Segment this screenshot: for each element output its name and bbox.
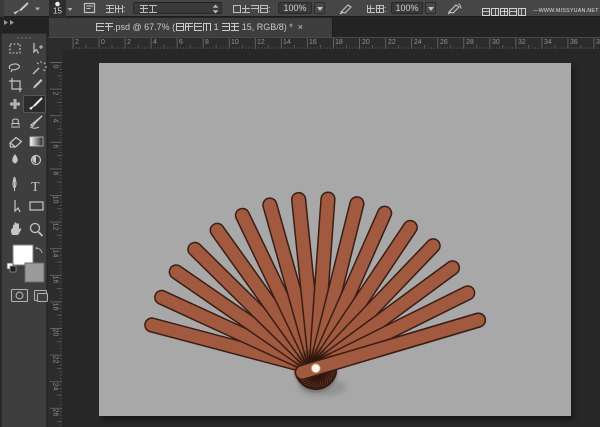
- svg-text:15: 15: [53, 7, 62, 16]
- svg-text:T: T: [31, 180, 40, 195]
